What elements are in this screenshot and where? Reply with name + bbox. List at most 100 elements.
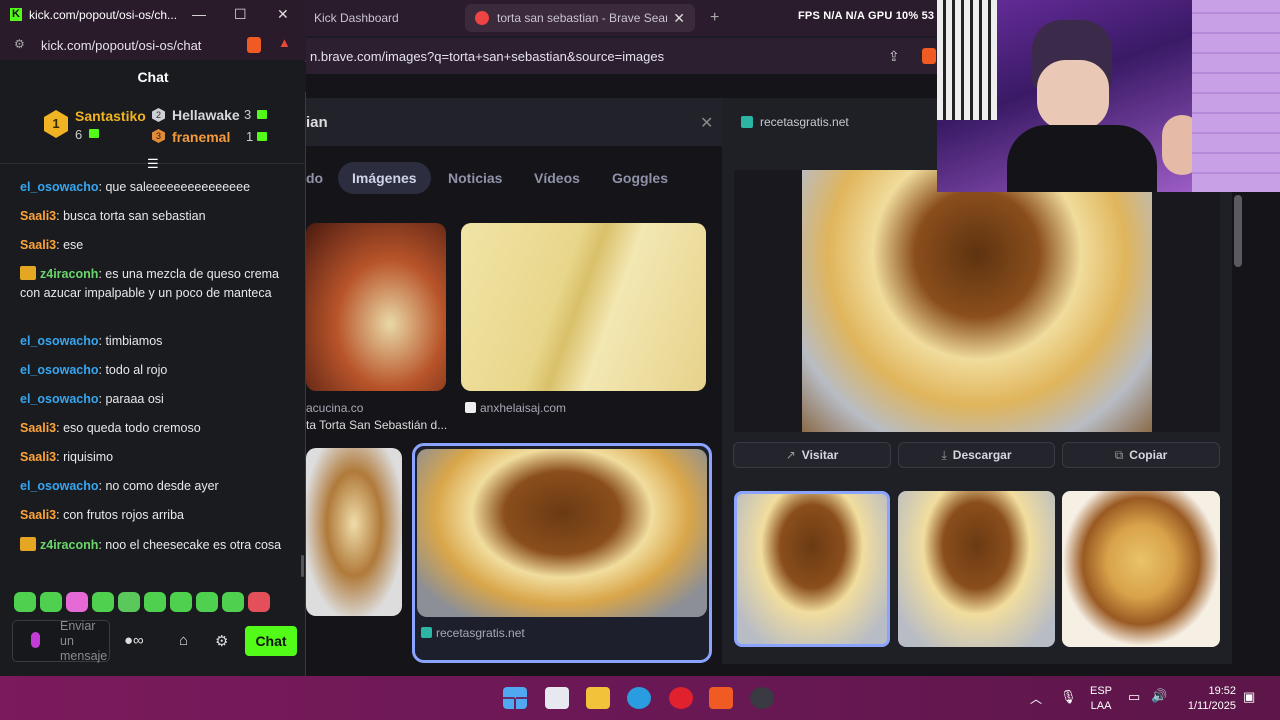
expand-chevron-icon[interactable]: ☰ [147, 156, 159, 172]
result-3-source[interactable]: recetasgratis.net [436, 626, 525, 640]
related-image-2[interactable] [898, 491, 1055, 647]
task-view-icon[interactable] [545, 687, 569, 709]
leader-2-name[interactable]: Hellawake [172, 107, 240, 123]
chat-username[interactable]: el_osowacho [20, 334, 99, 348]
emote-icon[interactable] [40, 592, 62, 612]
chat-message: Saali3: riquisimo [20, 448, 288, 467]
send-chat-button[interactable]: Chat [245, 626, 297, 656]
filter-tab-images[interactable]: Imágenes [338, 162, 431, 194]
download-button[interactable]: ⤓ Descargar [898, 442, 1055, 468]
close-tab-icon[interactable]: ✕ [673, 10, 685, 27]
chat-message-text: : no como desde ayer [98, 479, 219, 493]
related-image-3[interactable] [1062, 491, 1220, 647]
image-result-2[interactable] [461, 223, 706, 391]
input-language[interactable]: ESP LAA [1090, 684, 1112, 714]
image-result-1[interactable] [306, 223, 446, 391]
subscriber-crown-icon [20, 537, 36, 551]
chat-url-text[interactable]: kick.com/popout/osi-os/chat [41, 38, 201, 53]
chat-username[interactable]: z4iraconh [40, 267, 98, 281]
chat-scrollbar[interactable] [301, 555, 304, 577]
leader-3-count: 1 [246, 129, 254, 144]
filter-tab-goggles[interactable]: Goggles [612, 170, 668, 186]
emote-icon[interactable] [248, 592, 270, 612]
site-favicon-icon [741, 116, 753, 128]
detail-source[interactable]: recetasgratis.net [760, 115, 849, 129]
copy-button[interactable]: ⧉ Copiar [1062, 442, 1220, 468]
chat-username[interactable]: el_osowacho [20, 363, 99, 377]
emote-icon[interactable] [92, 592, 114, 612]
minimize-icon[interactable]: — [192, 6, 206, 22]
image-result-3[interactable] [306, 448, 402, 616]
emote-icon[interactable] [144, 592, 166, 612]
chat-input[interactable]: Enviar un mensaje [12, 619, 110, 663]
chat-username[interactable]: Saali3 [20, 209, 56, 223]
keyboard-instrument [937, 0, 997, 120]
settings-icon[interactable]: ⚙ [215, 632, 228, 650]
edge-browser-icon[interactable] [627, 687, 651, 709]
microphone-tray-icon[interactable]: 🎙 [1060, 689, 1077, 705]
filter-tab-all[interactable]: do [306, 170, 323, 186]
detail-image[interactable] [802, 170, 1152, 432]
visit-button[interactable]: ↗ Visitar [733, 442, 891, 468]
result-1-title[interactable]: ta Torta San Sebastián d... [306, 418, 447, 432]
chat-message: z4iraconh: es una mezcla de queso crema … [20, 265, 288, 303]
maximize-icon[interactable]: ☐ [234, 6, 247, 23]
new-tab-button[interactable]: + [700, 4, 729, 32]
microphone-icon[interactable] [31, 632, 40, 648]
emote-icon[interactable] [222, 592, 244, 612]
chat-username[interactable]: z4iraconh [40, 538, 98, 552]
file-explorer-icon[interactable] [586, 687, 610, 709]
system-clock[interactable]: 19:52 1/11/2025 [1178, 684, 1236, 714]
result-2-source[interactable]: anxhelaisaj.com [480, 401, 566, 415]
users-icon[interactable]: ●∞ [124, 632, 144, 649]
chat-username[interactable]: Saali3 [20, 421, 56, 435]
chat-username[interactable]: Saali3 [20, 238, 56, 252]
chat-message-text: : que saleeeeeeeeeeeeeee [98, 180, 251, 194]
chat-username[interactable]: el_osowacho [20, 180, 99, 194]
chat-username[interactable]: el_osowacho [20, 392, 99, 406]
emote-icon[interactable] [14, 592, 36, 612]
leader-3-name[interactable]: franemal [172, 129, 230, 145]
emote-icon[interactable] [118, 592, 140, 612]
visit-label: Visitar [801, 448, 839, 462]
tab-brave-search[interactable]: torta san sebastian - Brave Searc ✕ [465, 4, 695, 32]
brave-rewards-icon[interactable]: ▲ [278, 35, 291, 50]
filter-tab-videos[interactable]: Vídeos [534, 170, 580, 186]
obs-studio-icon[interactable] [750, 687, 774, 709]
emote-icon[interactable] [170, 592, 192, 612]
browser-url-text[interactable]: n.brave.com/images?q=torta+san+sebastian… [310, 49, 664, 64]
share-icon[interactable]: ⇪ [888, 48, 900, 65]
rank-3-badge: 3 [152, 129, 165, 143]
leader-1-name[interactable]: Santastiko [75, 108, 146, 124]
tray-chevron-up-icon[interactable]: ︿ [1030, 690, 1042, 707]
result-1-source[interactable]: acucina.co [306, 401, 363, 415]
related-image-1[interactable] [734, 491, 890, 647]
network-icon[interactable]: ▭ [1128, 689, 1140, 705]
brave-shield-icon[interactable] [922, 48, 936, 64]
close-icon[interactable]: ✕ [700, 113, 713, 133]
chat-message-text: : ese [56, 238, 84, 252]
notifications-icon[interactable]: ▣ [1243, 689, 1255, 705]
chat-username[interactable]: el_osowacho [20, 479, 99, 493]
detail-scrollbar[interactable] [1234, 195, 1242, 267]
emote-icon[interactable] [66, 592, 88, 612]
chat-message-text: : timbiamos [98, 334, 163, 348]
site-settings-icon[interactable]: ⚙ [14, 37, 25, 51]
volume-icon[interactable]: 🔊 [1151, 688, 1167, 704]
close-window-icon[interactable]: ✕ [277, 6, 289, 23]
emote-icon[interactable] [196, 592, 218, 612]
chat-input-placeholder: Enviar un mensaje [60, 619, 108, 663]
chat-username[interactable]: Saali3 [20, 508, 56, 522]
store-icon[interactable]: ⌂ [179, 632, 188, 649]
filter-tab-news[interactable]: Noticias [448, 170, 502, 186]
selected-result-image[interactable] [417, 449, 707, 617]
brave-shield-icon[interactable] [247, 37, 261, 53]
performance-stats: FPS N/A N/A GPU 10% 53 [798, 10, 935, 22]
chat-username[interactable]: Saali3 [20, 450, 56, 464]
chat-message-text: : paraaa osi [98, 392, 164, 406]
chat-message: Saali3: eso queda todo cremoso [20, 419, 288, 438]
tab-kick-dashboard[interactable]: Kick Dashboard [300, 4, 460, 32]
brave-browser-icon[interactable] [709, 687, 733, 709]
opera-browser-icon[interactable] [669, 687, 693, 709]
search-query-text[interactable]: ian [306, 114, 328, 131]
